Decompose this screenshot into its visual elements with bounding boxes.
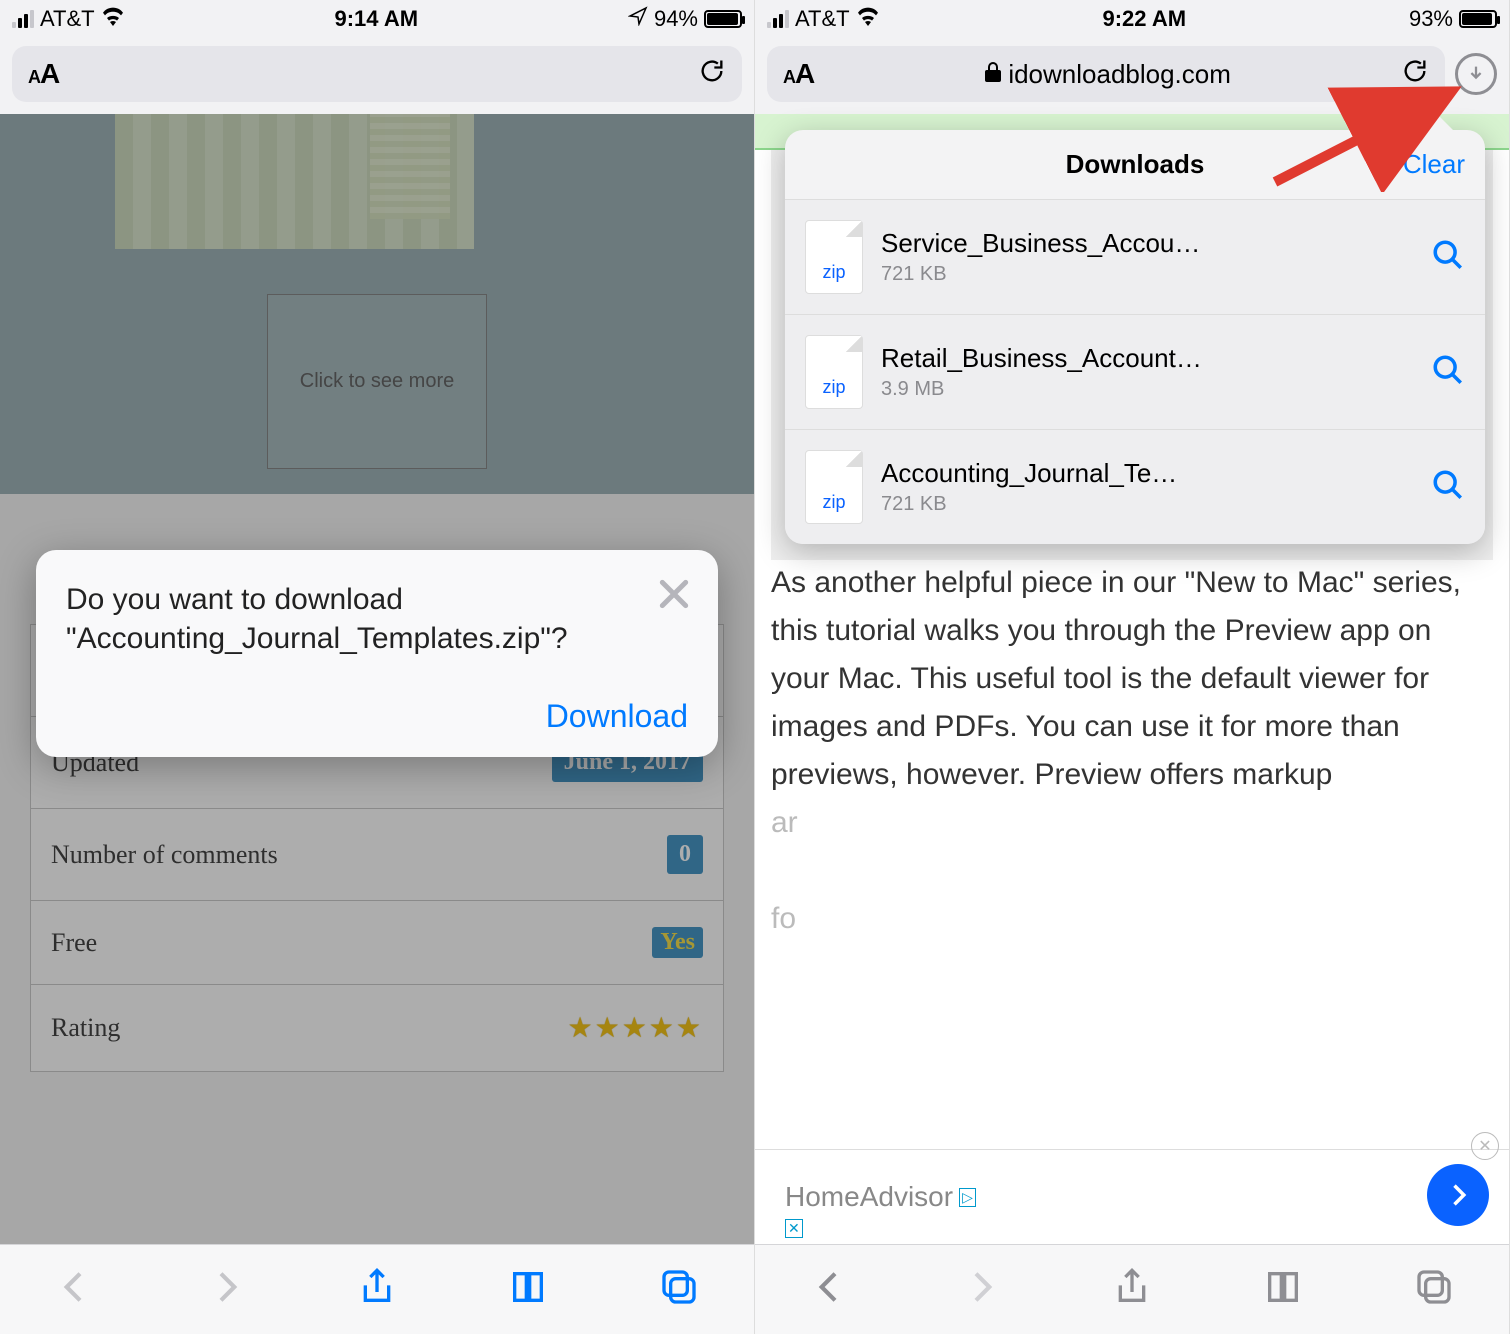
wifi-icon [856,6,880,32]
battery-pct: 93% [1409,6,1453,32]
address-field[interactable]: AA [12,46,742,102]
share-button[interactable] [357,1267,397,1312]
url-bar: AA [0,38,754,114]
back-button[interactable] [810,1267,850,1312]
forward-button[interactable] [206,1267,246,1312]
bookmarks-button[interactable] [1263,1267,1303,1312]
downloads-button[interactable] [1455,53,1497,95]
file-zip-icon: zip [805,220,863,294]
adchoices-x-icon[interactable]: ✕ [785,1219,803,1238]
download-name: Retail_Business_Account… [881,343,1413,374]
file-zip-icon: zip [805,335,863,409]
clear-button[interactable]: Clear [1403,149,1465,180]
file-zip-icon: zip [805,450,863,524]
reader-aa-button[interactable]: AA [28,58,59,90]
address-field[interactable]: AA idownloadblog.com [767,46,1445,102]
tabs-button[interactable] [659,1267,699,1312]
url-host: idownloadblog.com [1008,59,1231,90]
downloads-popover: Downloads Clear zip Service_Business_Acc… [785,130,1485,544]
share-button[interactable] [1112,1267,1152,1312]
carrier-label: AT&T [40,6,95,32]
reveal-in-files-button[interactable] [1431,468,1465,507]
status-bar: AT&T 9:14 AM 94% [0,0,754,38]
popover-header: Downloads Clear [785,130,1485,200]
status-bar: AT&T 9:22 AM 93% [755,0,1509,38]
clock: 9:14 AM [335,6,419,32]
download-item[interactable]: zip Accounting_Journal_Te… 721 KB [785,430,1485,544]
ad-forward-button[interactable] [1427,1164,1489,1226]
lock-icon [984,59,1002,90]
ad-close-button[interactable]: ✕ [1471,1132,1499,1160]
reveal-in-files-button[interactable] [1431,353,1465,392]
phone-left: AT&T 9:14 AM 94% AA Click to see more [0,0,755,1334]
battery-pct: 94% [654,6,698,32]
download-item[interactable]: zip Service_Business_Accou… 721 KB [785,200,1485,315]
carrier-label: AT&T [795,6,850,32]
download-size: 721 KB [881,493,1413,516]
phone-right: AT&T 9:22 AM 93% AA idownloadblog.com [755,0,1510,1334]
cell-signal-icon [767,10,789,28]
bottom-toolbar [0,1244,754,1334]
bookmarks-button[interactable] [508,1267,548,1312]
clock: 9:22 AM [1103,6,1187,32]
location-icon [628,6,648,32]
url-bar: AA idownloadblog.com [755,38,1509,114]
tabs-button[interactable] [1414,1267,1454,1312]
ad-banner[interactable]: HomeAdvisor ✕ ▷ ✕ [755,1149,1509,1244]
article-text: As another helpful piece in our "New to … [771,559,1493,943]
download-size: 721 KB [881,263,1413,286]
adchoices-play-icon[interactable]: ▷ [959,1188,976,1207]
download-name: Service_Business_Accou… [881,228,1413,259]
reveal-in-files-button[interactable] [1431,238,1465,277]
download-button[interactable]: Download [546,698,688,734]
battery-icon [704,10,742,28]
reload-button[interactable] [1401,57,1429,92]
cell-signal-icon [12,10,34,28]
battery-icon [1459,10,1497,28]
download-prompt: Do you want to download "Accounting_Jour… [36,550,718,757]
reader-aa-button[interactable]: AA [783,58,814,90]
download-size: 3.9 MB [881,378,1413,401]
popover-title: Downloads [1066,149,1205,180]
ad-label: HomeAdvisor [785,1181,953,1213]
reload-button[interactable] [698,57,726,92]
close-button[interactable] [654,574,694,619]
download-item[interactable]: zip Retail_Business_Account… 3.9 MB [785,315,1485,430]
prompt-message: Do you want to download "Accounting_Jour… [66,580,586,658]
bottom-toolbar [755,1244,1509,1334]
back-button[interactable] [55,1267,95,1312]
download-name: Accounting_Journal_Te… [881,458,1413,489]
wifi-icon [101,6,125,32]
forward-button[interactable] [961,1267,1001,1312]
